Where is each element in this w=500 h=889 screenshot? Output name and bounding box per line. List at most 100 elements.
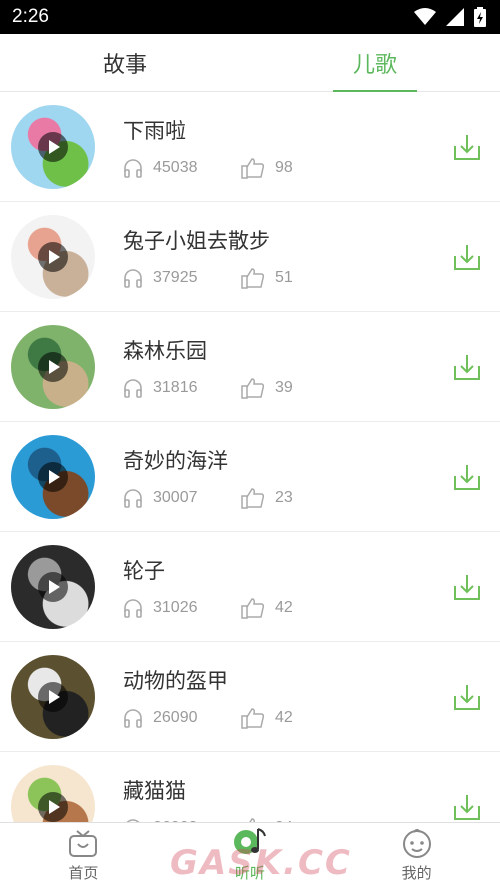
song-row[interactable]: 动物的盔甲 26090 42 xyxy=(0,642,500,752)
song-list: 下雨啦 45038 98 兔子小姐去散步 37925 51 森林乐园 31816 39 奇妙的海洋… xyxy=(0,92,500,822)
headphones-icon xyxy=(124,158,142,178)
status-time: 2:26 xyxy=(12,6,49,27)
play-icon[interactable] xyxy=(38,681,68,712)
song-meta: 26090 42 xyxy=(123,707,500,729)
song-title: 藏猫猫 xyxy=(123,778,186,803)
play-count-value: 31816 xyxy=(153,378,198,396)
play-count-value: 31026 xyxy=(153,598,198,616)
tv-icon xyxy=(69,830,98,857)
song-row[interactable]: 轮子 31026 42 xyxy=(0,532,500,642)
song-title: 轮子 xyxy=(123,558,165,583)
thumbs-up-icon xyxy=(241,377,265,399)
status-bar: 2:26 xyxy=(0,0,500,34)
like-count[interactable]: 98 xyxy=(241,157,293,179)
thumbs-up-icon xyxy=(241,597,265,619)
play-icon[interactable] xyxy=(38,351,68,382)
song-thumbnail[interactable] xyxy=(11,434,95,519)
download-icon[interactable] xyxy=(452,462,482,492)
status-icons xyxy=(414,7,486,27)
song-thumbnail[interactable] xyxy=(11,104,95,189)
song-meta: 31816 39 xyxy=(123,377,500,399)
baby-face-icon xyxy=(402,829,431,858)
like-count-value: 42 xyxy=(275,598,293,616)
song-meta: 37925 51 xyxy=(123,267,500,289)
like-count-value: 42 xyxy=(275,708,293,726)
tab-songs[interactable]: 儿歌 xyxy=(250,34,500,91)
like-count-value: 51 xyxy=(275,268,293,286)
song-row[interactable]: 奇妙的海洋 30007 23 xyxy=(0,422,500,532)
wifi-icon xyxy=(414,8,436,25)
like-count[interactable]: 23 xyxy=(241,487,293,509)
headphones-icon xyxy=(124,268,142,288)
category-tabs: 故事 儿歌 xyxy=(0,34,500,92)
song-thumbnail[interactable] xyxy=(11,544,95,629)
thumbs-up-icon xyxy=(241,487,265,509)
song-info: 兔子小姐去散步 37925 51 xyxy=(123,225,500,289)
song-info: 动物的盔甲 26090 42 xyxy=(123,665,500,729)
nav-mine-label: 我的 xyxy=(401,864,432,882)
play-count: 31816 xyxy=(123,378,241,398)
bottom-nav: 首页 听听 我的 GASK.CC xyxy=(0,822,500,889)
tab-stories[interactable]: 故事 xyxy=(0,34,250,91)
play-count: 26090 xyxy=(123,708,241,728)
like-count[interactable]: 39 xyxy=(241,377,293,399)
nav-home-label: 首页 xyxy=(68,864,99,882)
download-icon[interactable] xyxy=(452,132,482,162)
battery-charging-icon xyxy=(474,7,486,27)
like-count-value: 23 xyxy=(275,488,293,506)
like-count-value: 98 xyxy=(275,158,293,176)
play-count-value: 26090 xyxy=(153,708,198,726)
headphones-icon xyxy=(124,488,142,508)
play-icon[interactable] xyxy=(38,571,68,602)
play-icon[interactable] xyxy=(38,791,68,822)
song-info: 下雨啦 45038 98 xyxy=(123,115,500,179)
song-thumbnail[interactable] xyxy=(11,214,95,299)
song-title: 下雨啦 xyxy=(123,118,186,143)
play-count-value: 45038 xyxy=(153,158,198,176)
headphones-icon xyxy=(124,598,142,618)
song-meta: 30007 23 xyxy=(123,487,500,509)
song-thumbnail[interactable] xyxy=(11,324,95,409)
thumbs-up-icon xyxy=(241,157,265,179)
song-title: 兔子小姐去散步 xyxy=(123,228,270,253)
download-icon[interactable] xyxy=(452,352,482,382)
play-icon[interactable] xyxy=(38,241,68,272)
download-icon[interactable] xyxy=(452,242,482,272)
like-count[interactable]: 42 xyxy=(241,707,293,729)
song-title: 森林乐园 xyxy=(123,338,207,363)
song-info: 轮子 31026 42 xyxy=(123,555,500,619)
play-count: 31026 xyxy=(123,598,241,618)
song-meta: 31026 42 xyxy=(123,597,500,619)
song-row[interactable]: 森林乐园 31816 39 xyxy=(0,312,500,422)
song-thumbnail[interactable] xyxy=(11,764,95,822)
song-thumbnail[interactable] xyxy=(11,654,95,739)
like-count[interactable]: 51 xyxy=(241,267,293,289)
nav-mine[interactable]: 我的 xyxy=(333,823,500,889)
song-title: 动物的盔甲 xyxy=(123,668,228,693)
play-count: 45038 xyxy=(123,158,241,178)
song-row[interactable]: 藏猫猫2600334 xyxy=(0,752,500,822)
like-count-value: 39 xyxy=(275,378,293,396)
song-row[interactable]: 兔子小姐去散步 37925 51 xyxy=(0,202,500,312)
nav-home[interactable]: 首页 xyxy=(0,823,167,889)
download-icon[interactable] xyxy=(452,572,482,602)
thumbs-up-icon xyxy=(241,267,265,289)
thumbs-up-icon xyxy=(241,707,265,729)
song-info: 藏猫猫2600334 xyxy=(123,775,500,822)
song-meta: 45038 98 xyxy=(123,157,500,179)
play-count: 37925 xyxy=(123,268,241,288)
watermark: GASK.CC xyxy=(170,843,352,883)
like-count[interactable]: 42 xyxy=(241,597,293,619)
download-icon[interactable] xyxy=(452,682,482,712)
song-info: 奇妙的海洋 30007 23 xyxy=(123,445,500,509)
song-row[interactable]: 下雨啦 45038 98 xyxy=(0,92,500,202)
headphones-icon xyxy=(124,378,142,398)
download-icon[interactable] xyxy=(452,792,482,822)
play-count: 30007 xyxy=(123,488,241,508)
cell-signal-icon xyxy=(446,8,464,26)
play-icon[interactable] xyxy=(38,461,68,492)
song-info: 森林乐园 31816 39 xyxy=(123,335,500,399)
song-title: 奇妙的海洋 xyxy=(123,448,228,473)
play-count-value: 37925 xyxy=(153,268,198,286)
play-icon[interactable] xyxy=(38,131,68,162)
